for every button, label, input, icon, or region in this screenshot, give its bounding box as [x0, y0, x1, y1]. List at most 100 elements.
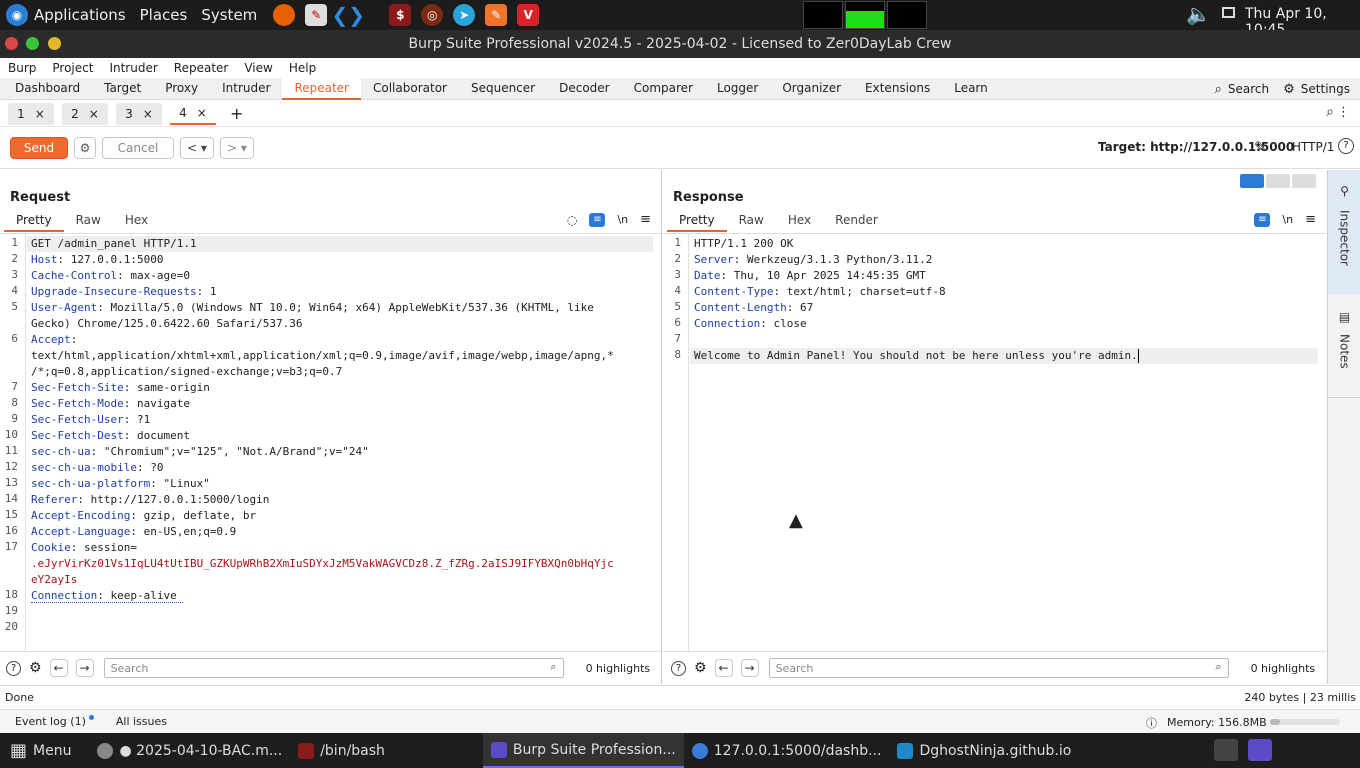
- help-icon[interactable]: ?: [1338, 138, 1354, 154]
- previous-match-button[interactable]: ←: [714, 659, 733, 677]
- menu-view[interactable]: View: [236, 61, 280, 75]
- gear-icon[interactable]: ⚙: [694, 660, 707, 676]
- settings-button[interactable]: Settings: [1301, 82, 1350, 96]
- global-search-button[interactable]: Search: [1228, 82, 1269, 96]
- word-wrap-icon[interactable]: ≡: [1254, 212, 1271, 227]
- close-icon[interactable]: ×: [35, 107, 45, 121]
- tab-proxy[interactable]: Proxy: [153, 78, 210, 100]
- tab-logger[interactable]: Logger: [705, 78, 770, 100]
- tray-burp-icon[interactable]: [1248, 739, 1272, 761]
- taskbar-item-browser-doc[interactable]: ● 2025-04-10-BAC.m...: [89, 733, 290, 768]
- close-icon[interactable]: ×: [143, 107, 153, 121]
- event-log-button[interactable]: Event log (1): [15, 715, 86, 728]
- help-icon[interactable]: ?: [671, 660, 686, 676]
- start-menu-button[interactable]: ▦ Menu: [0, 733, 79, 768]
- close-window-button[interactable]: [5, 37, 18, 50]
- menu-icon[interactable]: ≡: [640, 212, 651, 227]
- response-editor[interactable]: 1 2 3 4 5 6 7 8 HTTP/1.1 200 OK Server: Werkzeug/…: [663, 233, 1326, 651]
- response-search-input[interactable]: Search ⌕: [768, 658, 1229, 678]
- repeater-tab-1[interactable]: 1 ×: [8, 102, 54, 125]
- menu-project[interactable]: Project: [44, 61, 101, 75]
- tab-extensions[interactable]: Extensions: [853, 78, 942, 100]
- repeater-tab-2[interactable]: 2 ×: [62, 102, 108, 125]
- gear-icon[interactable]: ⚙: [29, 660, 42, 676]
- response-tab-render[interactable]: Render: [823, 210, 890, 232]
- header-name: Referer: [31, 493, 78, 506]
- menu-help[interactable]: Help: [281, 61, 324, 75]
- taskbar-item-dashboard[interactable]: 127.0.0.1:5000/dashb...: [684, 733, 890, 768]
- previous-match-button[interactable]: ←: [49, 659, 68, 677]
- send-button[interactable]: Send: [10, 136, 68, 159]
- taskbar-item-burp[interactable]: Burp Suite Profession...: [482, 733, 684, 768]
- response-tab-raw[interactable]: Raw: [727, 210, 776, 232]
- tab-collaborator[interactable]: Collaborator: [361, 78, 459, 100]
- request-tab-hex[interactable]: Hex: [113, 210, 160, 232]
- tab-comparer[interactable]: Comparer: [622, 78, 705, 100]
- menu-intruder[interactable]: Intruder: [101, 61, 165, 75]
- menu-burp[interactable]: Burp: [0, 61, 44, 75]
- newline-toggle-icon[interactable]: \n: [1282, 213, 1293, 226]
- tab-repeater[interactable]: Repeater: [282, 77, 361, 100]
- code-line: Accept-Encoding: gzip, deflate, br: [31, 508, 256, 524]
- request-search-input[interactable]: Search ⌕: [103, 658, 564, 678]
- next-match-button[interactable]: →: [75, 659, 94, 677]
- all-issues-button[interactable]: All issues: [116, 715, 167, 728]
- pen-app-icon[interactable]: ✎: [485, 4, 508, 26]
- tab-organizer[interactable]: Organizer: [770, 78, 853, 100]
- response-tab-hex[interactable]: Hex: [776, 210, 823, 232]
- edit-target-icon[interactable]: ✎: [1254, 138, 1267, 156]
- inspector-toggle[interactable]: ⚲ Inspector: [1328, 170, 1360, 294]
- layout-split-icon[interactable]: [1240, 174, 1264, 188]
- minimize-window-button[interactable]: [48, 37, 61, 50]
- maximize-window-button[interactable]: [26, 37, 39, 50]
- newline-toggle-icon[interactable]: \n: [617, 213, 628, 226]
- repeater-tab-4[interactable]: 4 ×: [170, 102, 216, 125]
- firefox-icon[interactable]: [273, 4, 296, 26]
- menu-icon[interactable]: ≡: [1305, 212, 1316, 227]
- hide-icon[interactable]: ◌: [567, 213, 577, 227]
- vivaldi-icon[interactable]: V: [517, 4, 540, 26]
- text-editor-icon[interactable]: ✎: [305, 4, 328, 26]
- search-icon[interactable]: ⌕: [1326, 104, 1334, 120]
- display-icon[interactable]: [1222, 7, 1235, 18]
- tab-dashboard[interactable]: Dashboard: [3, 78, 92, 100]
- distro-logo-icon[interactable]: ◉: [6, 4, 28, 26]
- places-menu[interactable]: Places: [140, 6, 188, 24]
- close-icon[interactable]: ×: [197, 106, 207, 120]
- close-icon[interactable]: ×: [89, 107, 99, 121]
- cancel-button[interactable]: Cancel: [102, 136, 174, 159]
- forward-history-button[interactable]: > ▾: [220, 136, 254, 159]
- word-wrap-icon[interactable]: ≡: [589, 212, 606, 227]
- applications-menu[interactable]: Applications: [34, 6, 126, 24]
- http-version[interactable]: HTTP/1: [1292, 140, 1334, 154]
- request-tab-pretty[interactable]: Pretty: [4, 210, 64, 232]
- layout-single-icon[interactable]: [1292, 174, 1316, 188]
- more-options-icon[interactable]: ⋮: [1337, 105, 1350, 120]
- help-icon[interactable]: ?: [6, 660, 21, 676]
- system-menu[interactable]: System: [201, 6, 257, 24]
- burp-launcher-icon[interactable]: ◎: [421, 4, 444, 26]
- tab-decoder[interactable]: Decoder: [547, 78, 622, 100]
- next-match-button[interactable]: →: [740, 659, 759, 677]
- layout-horizontal-icon[interactable]: [1266, 174, 1290, 188]
- taskbar-item-bash[interactable]: /bin/bash: [290, 733, 393, 768]
- back-history-button[interactable]: < ▾: [180, 136, 214, 159]
- add-tab-icon[interactable]: +: [230, 104, 243, 123]
- volume-icon[interactable]: 🔈: [1186, 2, 1211, 26]
- menu-repeater[interactable]: Repeater: [166, 61, 237, 75]
- tab-sequencer[interactable]: Sequencer: [459, 78, 547, 100]
- terminal-icon[interactable]: $: [389, 4, 412, 26]
- response-tab-pretty[interactable]: Pretty: [667, 210, 727, 232]
- tray-app-icon[interactable]: [1214, 739, 1238, 761]
- tab-intruder[interactable]: Intruder: [210, 78, 282, 100]
- repeater-tab-3[interactable]: 3 ×: [116, 102, 162, 125]
- gear-icon[interactable]: ⚙: [74, 136, 96, 159]
- telegram-icon[interactable]: ➤: [453, 4, 476, 26]
- tab-learn[interactable]: Learn: [942, 78, 1000, 100]
- taskbar-item-folder[interactable]: DghostNinja.github.io: [889, 733, 1079, 768]
- notes-toggle[interactable]: ▤ Notes: [1328, 298, 1360, 398]
- request-tab-raw[interactable]: Raw: [64, 210, 113, 232]
- request-editor[interactable]: 1 2 3 4 5 6 7 8 9 10 11 12 13 14 15 16 17 18 19 20 GET /admi…: [0, 233, 661, 651]
- vscode-icon[interactable]: ❮❯: [332, 3, 366, 27]
- tab-target[interactable]: Target: [92, 78, 153, 100]
